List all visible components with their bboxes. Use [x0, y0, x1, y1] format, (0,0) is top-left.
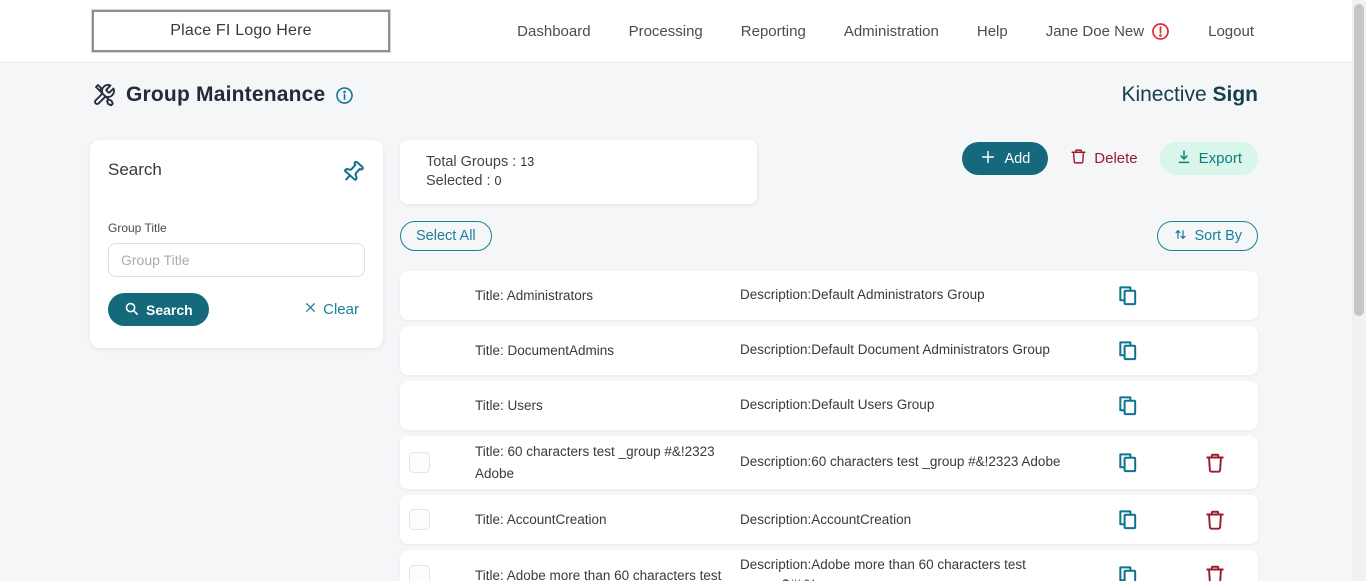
group-title-text: Title: Administrators: [464, 285, 740, 307]
copy-icon[interactable]: [1116, 339, 1139, 362]
nav-processing[interactable]: Processing: [629, 23, 703, 40]
group-title-text: Title: 60 characters test _group #&!2323…: [464, 441, 740, 484]
info-icon[interactable]: [335, 86, 354, 105]
groups-section: Total Groups : 13 Selected : 0 Add: [400, 140, 1258, 581]
group-description-text: Description:60 characters test _group #&…: [740, 452, 1082, 472]
row-delete-icon[interactable]: [1204, 452, 1226, 474]
group-title-text: Title: AccountCreation: [464, 509, 740, 531]
group-row: Title: AccountCreation Description:Accou…: [400, 495, 1258, 544]
delete-button-label: Delete: [1094, 150, 1137, 167]
page-title: Group Maintenance: [126, 83, 325, 107]
group-description-text: Description:Default Document Administrat…: [740, 340, 1082, 360]
group-description-text: Description:AccountCreation: [740, 510, 1082, 530]
search-panel: Search Group Title Search: [90, 140, 383, 348]
sort-by-button[interactable]: Sort By: [1157, 221, 1258, 251]
group-row: Title: 60 characters test _group #&!2323…: [400, 436, 1258, 489]
scrollbar-track[interactable]: [1352, 0, 1366, 581]
sort-by-label: Sort By: [1194, 228, 1242, 244]
row-delete-icon[interactable]: [1204, 564, 1226, 581]
nav-logout[interactable]: Logout: [1208, 23, 1254, 40]
brand-bold: Sign: [1213, 83, 1259, 106]
selected-label: Selected :: [426, 173, 491, 189]
total-groups-value: 13: [520, 155, 534, 169]
group-row: Title: Administrators Description:Defaul…: [400, 271, 1258, 320]
fi-logo-text: Place FI Logo Here: [170, 22, 311, 40]
row-checkbox[interactable]: [409, 452, 430, 473]
group-list: Title: Administrators Description:Defaul…: [400, 271, 1258, 581]
nav-dashboard[interactable]: Dashboard: [517, 23, 590, 40]
select-all-label: Select All: [416, 228, 476, 244]
copy-icon[interactable]: [1116, 508, 1139, 531]
top-navigation-bar: Place FI Logo Here Dashboard Processing …: [0, 0, 1366, 63]
row-delete-icon[interactable]: [1204, 509, 1226, 531]
search-button-label: Search: [146, 302, 193, 318]
brand-kinective-sign: Kinective Sign: [1121, 83, 1258, 107]
group-title-text: Title: Users: [464, 395, 740, 417]
group-description-text: Description:Default Users Group: [740, 395, 1082, 415]
maintenance-tools-icon: [92, 83, 116, 107]
group-row: Title: Users Description:Default Users G…: [400, 381, 1258, 430]
copy-icon[interactable]: [1116, 564, 1139, 581]
nav-administration[interactable]: Administration: [844, 23, 939, 40]
fi-logo-placeholder: Place FI Logo Here: [92, 10, 390, 52]
add-button-label: Add: [1004, 151, 1030, 167]
add-button[interactable]: Add: [962, 142, 1048, 175]
plus-icon: [980, 149, 996, 169]
group-description-text: Description:Default Administrators Group: [740, 285, 1082, 305]
select-all-button[interactable]: Select All: [400, 221, 492, 251]
user-name: Jane Doe New: [1046, 23, 1144, 40]
trash-icon: [1070, 148, 1087, 169]
copy-icon[interactable]: [1116, 284, 1139, 307]
search-panel-title: Search: [108, 160, 162, 180]
nav-user-menu[interactable]: Jane Doe New: [1046, 22, 1170, 41]
group-description-text: Description:Adobe more than 60 character…: [740, 555, 1082, 581]
nav-reporting[interactable]: Reporting: [741, 23, 806, 40]
selected-value: 0: [495, 174, 502, 188]
sort-arrows-icon: [1173, 227, 1188, 246]
row-checkbox[interactable]: [409, 509, 430, 530]
total-groups-label: Total Groups :: [426, 154, 516, 170]
export-button[interactable]: Export: [1160, 142, 1258, 175]
group-row: Title: Adobe more than 60 characters tes…: [400, 550, 1258, 581]
clear-button[interactable]: Clear: [304, 301, 359, 318]
group-title-input[interactable]: [108, 243, 365, 277]
search-button[interactable]: Search: [108, 293, 209, 326]
page-header: Group Maintenance Kinective Sign: [92, 83, 1258, 107]
group-title-text: Title: Adobe more than 60 characters tes…: [464, 565, 740, 581]
scrollbar-thumb[interactable]: [1354, 4, 1364, 316]
row-checkbox[interactable]: [409, 565, 430, 581]
delete-button[interactable]: Delete: [1070, 148, 1137, 169]
main-content: Search Group Title Search: [90, 140, 1258, 581]
clear-button-label: Clear: [323, 301, 359, 318]
pin-icon[interactable]: [341, 160, 365, 189]
group-title-text: Title: DocumentAdmins: [464, 340, 740, 362]
clear-x-icon: [304, 301, 317, 318]
search-icon: [124, 301, 139, 319]
nav-help[interactable]: Help: [977, 23, 1008, 40]
main-nav: Dashboard Processing Reporting Administr…: [517, 22, 1254, 41]
copy-icon[interactable]: [1116, 451, 1139, 474]
copy-icon[interactable]: [1116, 394, 1139, 417]
group-row: Title: DocumentAdmins Description:Defaul…: [400, 326, 1258, 375]
brand-regular: Kinective: [1121, 83, 1206, 106]
alert-exclamation-icon[interactable]: [1151, 22, 1170, 41]
summary-card: Total Groups : 13 Selected : 0: [400, 140, 757, 204]
export-button-label: Export: [1199, 150, 1242, 167]
download-icon: [1176, 149, 1192, 169]
group-title-label: Group Title: [108, 221, 365, 235]
